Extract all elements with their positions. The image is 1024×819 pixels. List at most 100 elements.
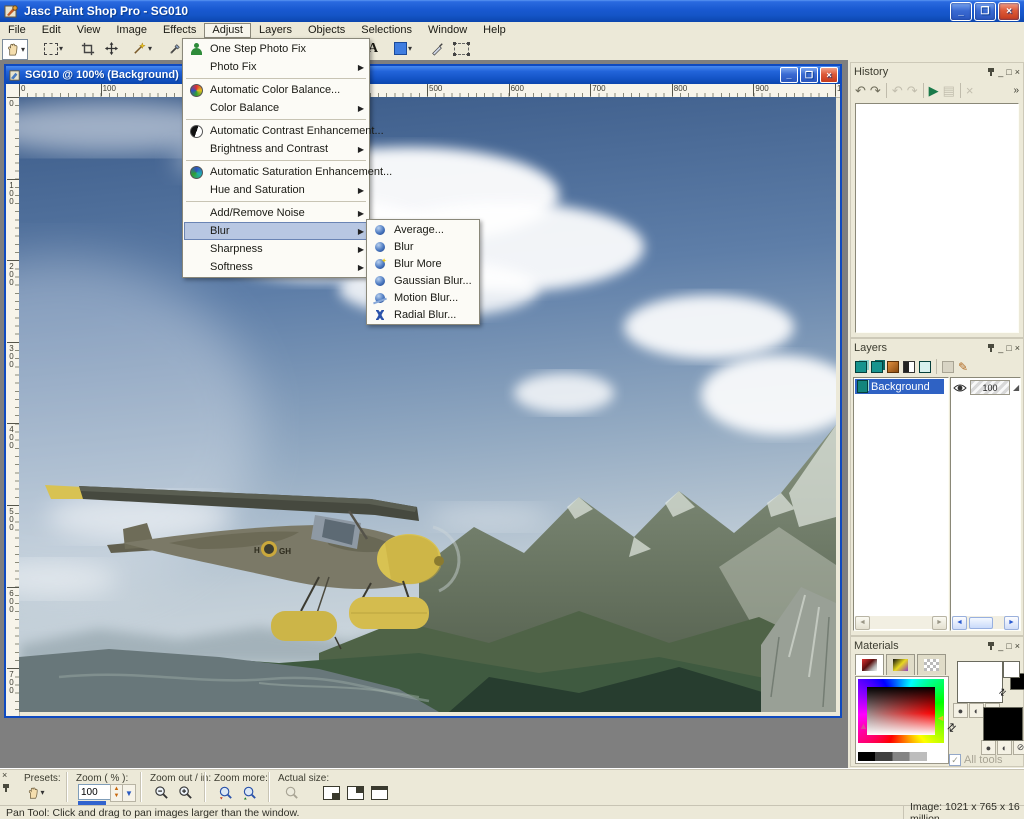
- menubar-item-objects[interactable]: Objects: [300, 23, 353, 38]
- submenu-item-average[interactable]: Average...: [368, 221, 478, 238]
- redo-icon[interactable]: ↷: [907, 83, 918, 99]
- panel-maximize-icon[interactable]: □: [1006, 343, 1011, 353]
- menubar-item-image[interactable]: Image: [108, 23, 155, 38]
- menubar-item-layers[interactable]: Layers: [251, 23, 300, 38]
- panel-close-icon[interactable]: ×: [1015, 67, 1020, 77]
- tab-rainbow[interactable]: [886, 654, 915, 675]
- style-color-button[interactable]: ●: [953, 703, 968, 718]
- menu-item-automatic-saturation-enhancement[interactable]: Automatic Saturation Enhancement...: [184, 163, 368, 181]
- hue-ring[interactable]: ▲ ◄: [858, 679, 944, 743]
- menubar-item-selections[interactable]: Selections: [353, 23, 420, 38]
- move-tool-button[interactable]: [102, 39, 121, 58]
- zoom-slider-dropdown[interactable]: ▼: [122, 784, 136, 802]
- menu-item-sharpness[interactable]: Sharpness ▶: [184, 240, 368, 258]
- restore-button[interactable]: ❐: [974, 2, 996, 21]
- full-screen-button[interactable]: [370, 783, 389, 802]
- menubar-item-edit[interactable]: Edit: [34, 23, 69, 38]
- foreground-material-swatch[interactable]: [957, 661, 1003, 703]
- document-canvas[interactable]: H GH: [19, 97, 836, 712]
- scroll-right-icon[interactable]: ►: [1004, 616, 1019, 630]
- palette-close-icon[interactable]: ×: [2, 771, 14, 780]
- panel-close-icon[interactable]: ×: [1015, 343, 1020, 353]
- grayscale-strip[interactable]: [858, 752, 944, 761]
- title-bar[interactable]: Jasc Paint Shop Pro - SG010 _ ❐ ×: [0, 0, 1024, 22]
- menubar-item-help[interactable]: Help: [475, 23, 514, 38]
- menu-item-add-remove-noise[interactable]: Add/Remove Noise ▶: [184, 204, 368, 222]
- menubar-item-effects[interactable]: Effects: [155, 23, 204, 38]
- menu-item-automatic-contrast-enhancement[interactable]: Automatic Contrast Enhancement...: [184, 122, 368, 140]
- layers-list-pane[interactable]: Background ◄ ►: [853, 377, 949, 631]
- palette-grip[interactable]: ×: [2, 771, 14, 792]
- selection-tool-button[interactable]: ▾: [42, 39, 65, 58]
- menu-item-color-balance[interactable]: Color Balance ▶: [184, 99, 368, 117]
- submenu-item-blur[interactable]: Blur: [368, 238, 478, 255]
- foreground-color-swatch[interactable]: [1003, 661, 1020, 678]
- pin-icon[interactable]: [2, 783, 10, 792]
- doc-close-button[interactable]: ×: [820, 67, 838, 83]
- delete-layer-icon[interactable]: [942, 361, 954, 373]
- new-layer-icon[interactable]: [855, 361, 867, 373]
- zoom-in-button[interactable]: [176, 783, 195, 802]
- saturation-map[interactable]: [867, 687, 935, 735]
- undo-history-icon[interactable]: ↶: [855, 83, 866, 99]
- menu-item-automatic-color-balance[interactable]: Automatic Color Balance...: [184, 81, 368, 99]
- dropdown-arrow-icon[interactable]: ▾: [59, 44, 63, 53]
- menubar-item-window[interactable]: Window: [420, 23, 475, 38]
- history-panel-title-bar[interactable]: History _ □ ×: [851, 63, 1023, 80]
- save-history-icon[interactable]: ▤: [943, 83, 955, 99]
- overflow-chevron-icon[interactable]: »: [1013, 85, 1019, 96]
- new-group-icon[interactable]: [919, 361, 931, 373]
- menubar-item-adjust[interactable]: Adjust: [204, 23, 251, 38]
- layers-panel-title-bar[interactable]: Layers _ □ ×: [851, 339, 1023, 356]
- apply-history-icon[interactable]: ▶: [929, 83, 939, 99]
- style-color-button[interactable]: ●: [981, 740, 996, 755]
- layers-properties-pane[interactable]: 100 ◢ ◄ ►: [950, 377, 1021, 631]
- history-list[interactable]: [855, 103, 1019, 333]
- new-mask-layer-icon[interactable]: [903, 361, 915, 373]
- shape-tool-button[interactable]: ▾: [392, 39, 414, 58]
- menubar-item-view[interactable]: View: [69, 23, 109, 38]
- panel-maximize-icon[interactable]: □: [1006, 641, 1011, 651]
- zoom-more-in-button[interactable]: [240, 783, 259, 802]
- edit-selection-icon[interactable]: ✎: [958, 360, 968, 374]
- magic-wand-tool-button[interactable]: ▾: [130, 39, 154, 58]
- menubar-item-file[interactable]: File: [0, 23, 34, 38]
- zoom-input[interactable]: [78, 784, 114, 800]
- pin-icon[interactable]: [987, 343, 995, 352]
- zoom-out-button[interactable]: [152, 783, 171, 802]
- submenu-item-motion-blur[interactable]: Motion Blur...: [368, 289, 478, 306]
- actual-size-button[interactable]: [282, 783, 301, 802]
- style-gradient-button[interactable]: ◐: [997, 740, 1012, 755]
- submenu-item-gaussian-blur[interactable]: Gaussian Blur...: [368, 272, 478, 289]
- panel-maximize-icon[interactable]: □: [1006, 67, 1011, 77]
- pin-icon[interactable]: [987, 641, 995, 650]
- document-title-bar[interactable]: SG010 @ 100% (Background) _ ❐ ×: [6, 66, 840, 84]
- dropdown-arrow-icon[interactable]: ▾: [148, 44, 152, 53]
- color-picker[interactable]: ▲ ◄: [855, 676, 949, 764]
- layers-list-hscrollbar[interactable]: ◄ ►: [855, 616, 947, 629]
- scroll-right-icon[interactable]: ►: [932, 616, 947, 630]
- crop-tool-button[interactable]: [79, 39, 97, 58]
- fit-to-image-button[interactable]: [322, 783, 341, 802]
- style-gradient-button[interactable]: ◐: [969, 703, 984, 718]
- layers-properties-hscrollbar[interactable]: ◄ ►: [952, 616, 1019, 629]
- slider-handle-icon[interactable]: ◢: [1013, 383, 1019, 392]
- menu-item-blur[interactable]: Blur ▶: [184, 222, 368, 240]
- presets-dropdown[interactable]: ▾: [26, 783, 45, 802]
- menu-item-hue-and-saturation[interactable]: Hue and Saturation ▶: [184, 181, 368, 199]
- doc-restore-button[interactable]: ❐: [800, 67, 818, 83]
- fit-to-window-button[interactable]: [346, 783, 365, 802]
- tab-swatches[interactable]: [917, 654, 946, 675]
- dropdown-arrow-icon[interactable]: ▾: [408, 44, 412, 53]
- pen-tool-button[interactable]: [428, 39, 446, 58]
- submenu-item-radial-blur[interactable]: Radial Blur...: [368, 306, 478, 323]
- layer-opacity-slider[interactable]: 100: [970, 380, 1010, 395]
- zoom-more-out-button[interactable]: [216, 783, 235, 802]
- close-button[interactable]: ×: [998, 2, 1020, 21]
- pan-tool-button[interactable]: ▾: [2, 39, 28, 60]
- duplicate-layer-icon[interactable]: [871, 361, 883, 373]
- all-tools-checkbox[interactable]: ✓: [949, 754, 961, 766]
- tab-frame[interactable]: [855, 654, 884, 675]
- submenu-item-blur-more[interactable]: ✦ Blur More: [368, 255, 478, 272]
- layer-visibility-eye-icon[interactable]: [953, 383, 967, 393]
